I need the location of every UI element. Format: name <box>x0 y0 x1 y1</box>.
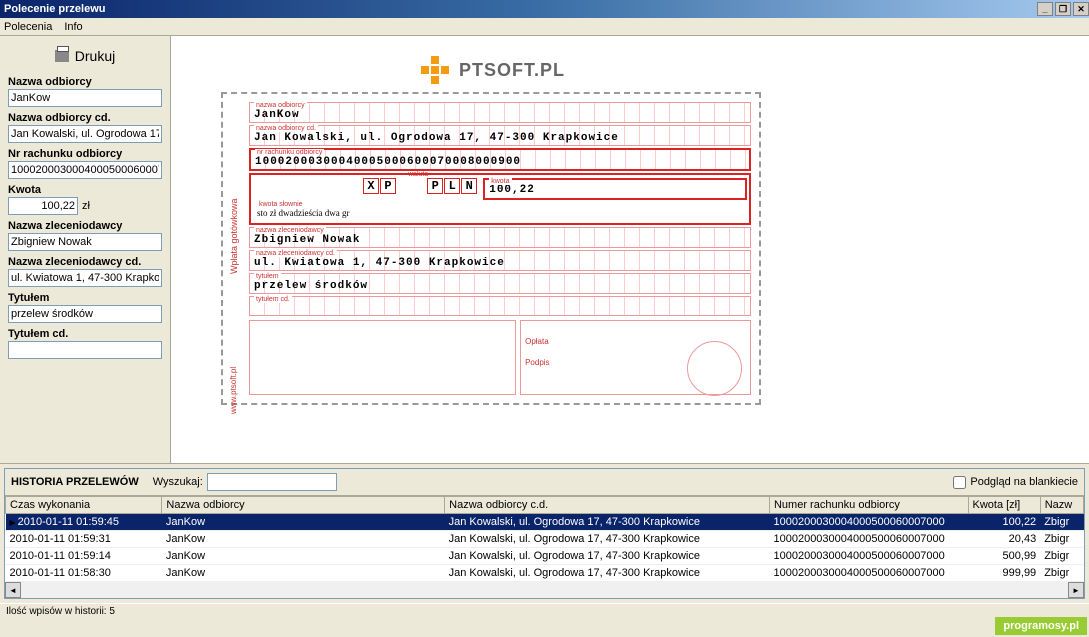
table-header[interactable]: Nazw <box>1040 497 1083 514</box>
titlebar: Polecenie przelewu _ ❐ ✕ <box>0 0 1089 18</box>
minimize-button[interactable]: _ <box>1037 2 1053 16</box>
input-nazwa-odbiorcy[interactable] <box>8 89 162 107</box>
slip-kwota-slownie: kwota słownie sto zł dwadzieścia dwa gr <box>253 202 747 220</box>
box-p: P <box>380 178 396 194</box>
history-table[interactable]: Czas wykonaniaNazwa odbiorcyNazwa odbior… <box>5 496 1084 582</box>
stamp-box <box>249 320 516 395</box>
window-title: Polecenie przelewu <box>4 3 105 15</box>
label-nazwa-odbiorcy: Nazwa odbiorcy <box>8 76 162 88</box>
label-nazwa-odbiorcy-cd: Nazwa odbiorcy cd. <box>8 112 162 124</box>
history-title: HISTORIA PRZELEWÓW <box>11 476 139 488</box>
label-nazwa-zlec: Nazwa zleceniodawcy <box>8 220 162 232</box>
kwota-suffix: zł <box>82 200 90 212</box>
maximize-button[interactable]: ❐ <box>1055 2 1071 16</box>
scroll-right-icon[interactable]: ► <box>1068 582 1084 598</box>
label-tytulem: Tytułem <box>8 292 162 304</box>
slip-kwota: kwota 100,22 <box>483 178 747 200</box>
logo: PTSOFT.PL <box>421 56 1089 84</box>
waluta-p: P <box>427 178 443 194</box>
slip-nazwa-odbiorcy-cd: nazwa odbiorcy cd. Jan Kowalski, ul. Ogr… <box>249 125 751 146</box>
scroll-left-icon[interactable]: ◄ <box>5 582 21 598</box>
label-tytulem-cd: Tytułem cd. <box>8 328 162 340</box>
menubar: Polecenia Info <box>0 18 1089 36</box>
history-panel: HISTORIA PRZELEWÓW Wyszukaj: Podgląd na … <box>0 463 1089 599</box>
table-row[interactable]: 2010-01-11 01:59:31JanKowJan Kowalski, u… <box>6 531 1084 548</box>
input-tytulem[interactable] <box>8 305 162 323</box>
table-header[interactable]: Nazwa odbiorcy <box>162 497 445 514</box>
label-nazwa-zlec-cd: Nazwa zleceniodawcy cd. <box>8 256 162 268</box>
printer-icon <box>55 50 69 62</box>
statusbar: Ilość wpisów w historii: 5 <box>0 603 1089 621</box>
input-kwota[interactable] <box>8 197 78 215</box>
slip-nazwa-zlec-cd: nazwa zleceniodawcy cd. ul. Kwiatowa 1, … <box>249 250 751 271</box>
transfer-slip: Wpłata gotówkowa www.ptsoft.pl nazwa odb… <box>221 92 761 405</box>
close-button[interactable]: ✕ <box>1073 2 1089 16</box>
slip-nazwa-zlec: nazwa zleceniodawcy Zbigniew Nowak <box>249 227 751 248</box>
input-nazwa-zlec[interactable] <box>8 233 162 251</box>
search-input[interactable] <box>207 473 337 491</box>
waluta-l: L <box>444 178 460 194</box>
table-header[interactable]: Kwota [zł] <box>968 497 1040 514</box>
menu-item-info[interactable]: Info <box>64 21 82 33</box>
table-row[interactable]: 2010-01-11 01:59:45JanKowJan Kowalski, u… <box>6 514 1084 531</box>
label-nr-rachunku: Nr rachunku odbiorcy <box>8 148 162 160</box>
label-kwota: Kwota <box>8 184 162 196</box>
table-row[interactable]: 2010-01-11 01:59:14JanKowJan Kowalski, u… <box>6 548 1084 565</box>
sidebar: Drukuj Nazwa odbiorcy Nazwa odbiorcy cd.… <box>0 36 171 463</box>
slip-mid-row: X P waluta P L N kwota 100,22 <box>253 178 747 200</box>
preview-checkbox-label: Podgląd na blankiecie <box>970 476 1078 488</box>
table-header[interactable]: Czas wykonania <box>6 497 162 514</box>
logo-icon <box>421 56 449 84</box>
input-tytulem-cd[interactable] <box>8 341 162 359</box>
input-nazwa-zlec-cd[interactable] <box>8 269 162 287</box>
table-row[interactable]: 2010-01-11 01:58:30JanKowJan Kowalski, u… <box>6 565 1084 582</box>
site-label: www.ptsoft.pl <box>229 367 238 414</box>
box-x: X <box>363 178 379 194</box>
status-text: Ilość wpisów w historii: 5 <box>6 606 115 617</box>
wplata-label: Wpłata gotówkowa <box>229 198 239 274</box>
input-nazwa-odbiorcy-cd[interactable] <box>8 125 162 143</box>
preview-panel: PTSOFT.PL Wpłata gotówkowa www.ptsoft.pl… <box>171 36 1089 463</box>
print-button[interactable]: Drukuj <box>8 44 162 68</box>
watermark: programosy.pl <box>995 617 1087 635</box>
slip-tytulem: tytułem przelew środków <box>249 273 751 294</box>
slip-nazwa-odbiorcy: nazwa odbiorcy JanKow <box>249 102 751 123</box>
menu-item-polecenia[interactable]: Polecenia <box>4 21 52 33</box>
table-header[interactable]: Nazwa odbiorcy c.d. <box>445 497 770 514</box>
search-label: Wyszukaj: <box>153 476 203 488</box>
stamp-circle-icon <box>687 341 742 396</box>
slip-nr-rachunku: nr rachunku odbiorcy 1000200030004000500… <box>249 148 751 171</box>
table-header[interactable]: Numer rachunku odbiorcy <box>769 497 968 514</box>
input-nr-rachunku[interactable] <box>8 161 162 179</box>
logo-text: PTSOFT.PL <box>459 60 565 81</box>
waluta-n: N <box>461 178 477 194</box>
horizontal-scrollbar[interactable]: ◄ ► <box>5 582 1084 598</box>
signature-box: Opłata Podpis <box>520 320 751 395</box>
slip-tytulem-cd: tytułem cd. <box>249 296 751 316</box>
preview-checkbox[interactable] <box>953 476 966 489</box>
